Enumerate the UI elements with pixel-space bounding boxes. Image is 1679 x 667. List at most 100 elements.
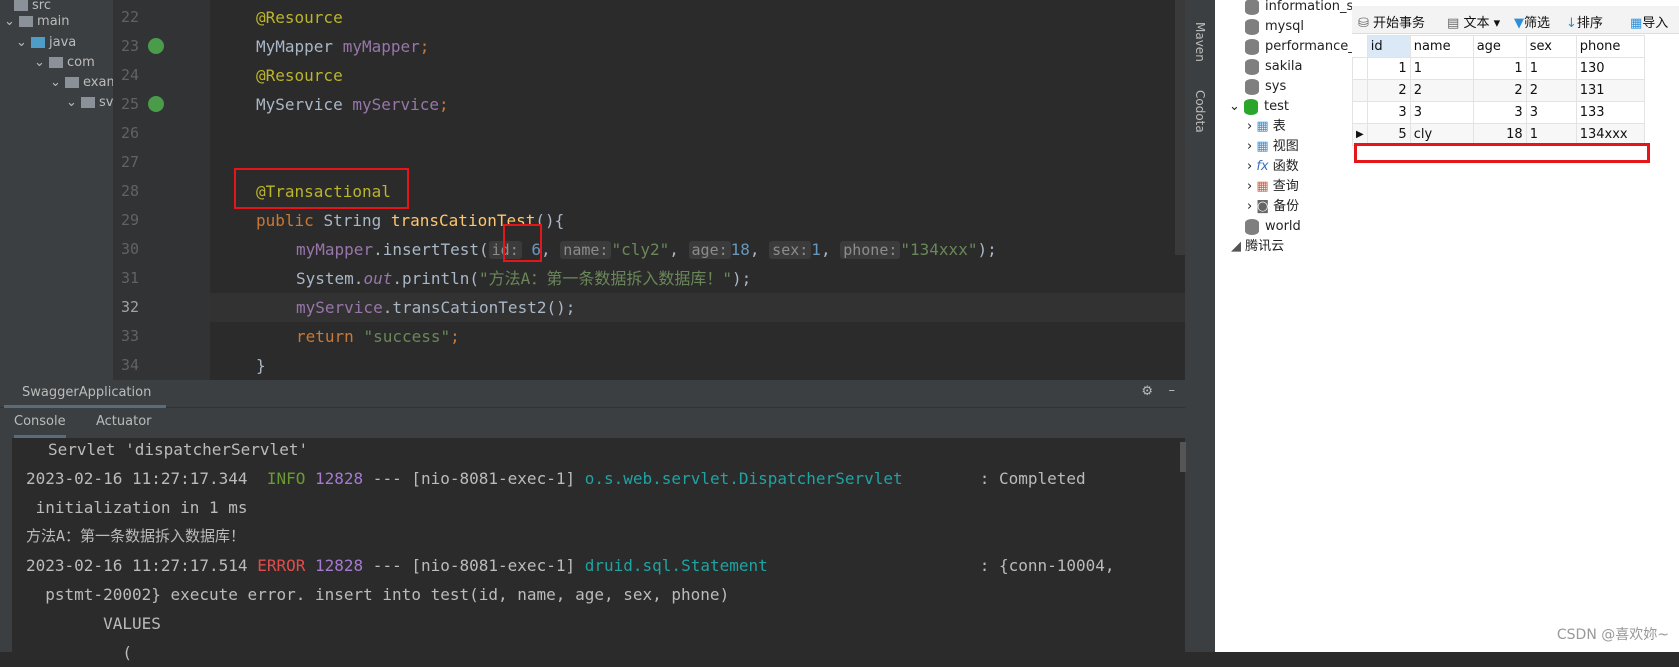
maven-tab[interactable]: Maven xyxy=(1193,22,1207,62)
line-number: 34 xyxy=(121,356,140,374)
code-token: .println( xyxy=(392,269,480,288)
query-icon: ▦ xyxy=(1256,179,1269,194)
text-button[interactable]: ▤ 文本 ▾ xyxy=(1447,12,1500,31)
codota-tab[interactable]: Codota xyxy=(1193,90,1207,133)
code-token: myService xyxy=(296,298,383,317)
tab-console[interactable]: Console xyxy=(14,408,66,438)
line-number: 27 xyxy=(121,153,140,171)
tree-item-main[interactable]: ⌄ main xyxy=(4,12,70,32)
highlight-box xyxy=(1354,143,1650,163)
highlight-box xyxy=(503,224,542,262)
code-token: out xyxy=(363,269,393,288)
backup-icon: ◙ xyxy=(1256,199,1269,214)
column-header[interactable]: name xyxy=(1409,35,1474,58)
run-panel: SwaggerApplication × ⚙ – Console Actuato… xyxy=(0,380,1186,662)
result-table: id name age sex phone 1 1 1 1 130 2 2 2 2 131 3 3 3 3 13… xyxy=(1352,35,1645,146)
grid-toolbar: ⛁ 开始事务 ▤ 文本 ▾ ▼筛选 ↓排序 ▦导入 xyxy=(1352,6,1679,34)
tables-node[interactable]: › ▦ 表 xyxy=(1247,117,1286,137)
begin-transaction-button[interactable]: ⛁ 开始事务 xyxy=(1358,12,1425,31)
line-number: 29 xyxy=(121,211,140,229)
code-token: MyMapper xyxy=(256,37,343,56)
code-token: myMapper xyxy=(296,240,374,259)
db-item[interactable]: sys xyxy=(1245,77,1286,97)
param-hint: age: xyxy=(688,241,731,259)
console-line: 方法A：第一条数据拆入数据库！ xyxy=(26,527,246,545)
code-editor[interactable]: @Resource MyMapper myMapper; @Resource M… xyxy=(210,0,1185,380)
line-number: 26 xyxy=(121,124,140,142)
code-token: "方法A：第一条数据拆入数据库！" xyxy=(479,269,732,288)
functions-node[interactable]: › fx 函数 xyxy=(1247,157,1299,177)
code-token: 18 xyxy=(730,240,750,259)
gear-icon[interactable]: ⚙ xyxy=(1141,384,1153,399)
table-header: id name age sex phone xyxy=(1352,35,1645,58)
code-token: "134xxx" xyxy=(900,240,978,259)
code-token: "success" xyxy=(363,327,451,346)
column-header[interactable]: phone xyxy=(1575,35,1645,58)
param-hint: sex: xyxy=(769,241,812,259)
editor-scrollbar[interactable] xyxy=(1175,0,1185,255)
db-item[interactable]: performance_s xyxy=(1245,37,1352,57)
code-token: ); xyxy=(731,269,752,288)
line-number: 25 xyxy=(121,95,140,113)
code-token: @Resource xyxy=(256,66,343,85)
line-number: 22 xyxy=(121,8,140,26)
transaction-icon: ⛁ xyxy=(1358,16,1369,31)
code-token: public xyxy=(256,211,324,230)
views-node[interactable]: › ▦ 视图 xyxy=(1247,137,1299,157)
code-token: ); xyxy=(977,240,997,259)
code-token: myMapper xyxy=(342,37,420,56)
db-item[interactable]: sakila xyxy=(1245,57,1302,77)
db-item-test[interactable]: ⌄ test xyxy=(1229,97,1289,117)
filter-icon: ▼ xyxy=(1514,16,1524,31)
tab-actuator[interactable]: Actuator xyxy=(96,408,152,438)
filter-button[interactable]: ▼筛选 xyxy=(1514,12,1550,31)
tree-item-com[interactable]: ⌄ com xyxy=(34,53,95,73)
tree-item-java[interactable]: ⌄ java xyxy=(16,33,76,53)
line-number: 32 xyxy=(121,298,140,316)
code-token: myService xyxy=(352,95,440,114)
table-icon: ▦ xyxy=(1256,119,1269,134)
code-token: return xyxy=(296,327,364,346)
line-number: 23 xyxy=(121,37,140,55)
code-token: "cly2" xyxy=(611,240,670,259)
code-token: 1 xyxy=(811,240,821,259)
connection-icon: ◢ xyxy=(1231,239,1241,254)
code-token: } xyxy=(256,356,266,375)
tree-item-example[interactable]: ⌄ exam xyxy=(50,73,113,93)
db-item[interactable]: information_sc xyxy=(1245,0,1352,17)
document-icon: ▤ xyxy=(1447,16,1460,31)
tool-window-strip: Maven Codota xyxy=(1185,0,1215,652)
tree-item-sv[interactable]: ⌄ sv xyxy=(66,93,113,113)
column-header[interactable]: id xyxy=(1366,35,1411,58)
column-header[interactable]: sex xyxy=(1525,35,1577,58)
queries-node[interactable]: › ▦ 查询 xyxy=(1247,177,1299,197)
sort-button[interactable]: ↓排序 xyxy=(1566,12,1603,31)
line-number: 33 xyxy=(121,327,140,345)
db-item[interactable]: mysql xyxy=(1245,17,1304,37)
console-tabs: Console Actuator xyxy=(0,408,1185,438)
console-line: ( xyxy=(26,643,132,662)
watermark: CSDN @喜欢妳~ xyxy=(1556,627,1669,643)
import-icon: ▦ xyxy=(1630,16,1643,31)
backups-node[interactable]: › ◙ 备份 xyxy=(1247,197,1299,217)
code-token: String xyxy=(323,211,391,230)
console-line: VALUES xyxy=(26,614,161,633)
column-header[interactable]: age xyxy=(1472,35,1527,58)
console-scrollbar[interactable] xyxy=(1180,442,1186,472)
project-tree: src ⌄ main ⌄ java ⌄ com ⌄ exam ⌄ sv xyxy=(0,0,113,380)
console-line: initialization in 1 ms xyxy=(26,498,248,517)
code-token: .insertTest( xyxy=(373,240,489,259)
connection-tencent[interactable]: ◢ 腾讯云 xyxy=(1231,237,1284,257)
run-tab-swagger[interactable]: SwaggerApplication × xyxy=(4,380,166,426)
table-row: 2 2 2 2 131 xyxy=(1352,79,1645,102)
import-button[interactable]: ▦导入 xyxy=(1630,12,1668,31)
table-row: 3 3 3 3 133 xyxy=(1352,101,1645,124)
sort-icon: ↓ xyxy=(1566,16,1577,31)
db-item[interactable]: world xyxy=(1245,217,1301,237)
bean-icon[interactable] xyxy=(148,38,164,54)
bean-icon[interactable] xyxy=(148,96,164,112)
param-hint: phone: xyxy=(840,241,901,259)
minimize-icon[interactable]: – xyxy=(1169,383,1176,398)
highlight-box xyxy=(234,168,409,209)
console-line: pstmt-20002} execute error. insert into … xyxy=(26,585,730,604)
